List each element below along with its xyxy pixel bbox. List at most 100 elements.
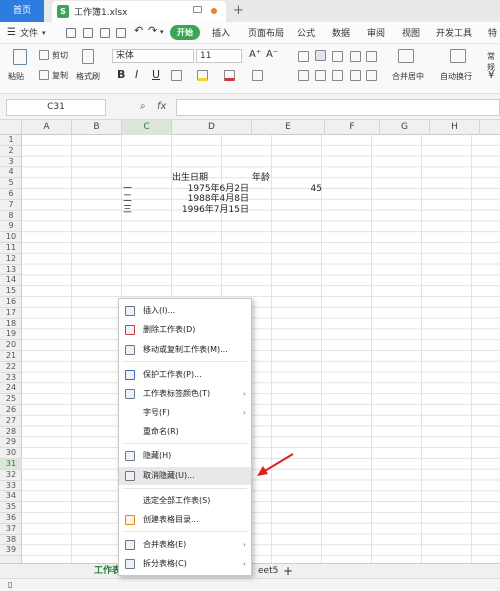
column-header[interactable]: H	[430, 120, 480, 135]
tab-formulas[interactable]: 公式	[297, 26, 315, 39]
merge-center-button[interactable]: 合并居中	[392, 71, 424, 82]
row-header[interactable]: 24	[0, 383, 22, 395]
row-header[interactable]: 17	[0, 308, 22, 319]
home-tab[interactable]: 首页	[0, 0, 44, 22]
row-header[interactable]: 23	[0, 373, 22, 384]
redo-icon[interactable]: ↷	[148, 24, 157, 37]
currency-button[interactable]: ¥	[488, 70, 494, 81]
tab-start[interactable]: 开始	[170, 25, 200, 40]
print-preview-icon[interactable]	[116, 28, 126, 38]
row-header[interactable]: 8	[0, 211, 22, 222]
formula-input[interactable]	[176, 99, 500, 116]
menu-item-create-directory[interactable]: 创建表格目录...	[119, 511, 251, 529]
customize-chevron-icon[interactable]: ▾	[160, 28, 164, 36]
menu-item-merge-tables[interactable]: 合并表格(E) ›	[119, 536, 251, 554]
row-header[interactable]: 27	[0, 416, 22, 427]
align-right-icon[interactable]	[332, 70, 343, 81]
row-header[interactable]: 30	[0, 448, 22, 459]
export-pdf-icon[interactable]	[83, 28, 93, 38]
scissors-icon[interactable]	[39, 50, 49, 60]
row-header[interactable]: 21	[0, 351, 22, 362]
row-header[interactable]: 19	[0, 329, 22, 341]
column-header[interactable]: A	[22, 120, 72, 135]
cell-e5[interactable]: 45	[252, 184, 322, 195]
cell-d7[interactable]: 1996年7月15日	[172, 205, 249, 216]
undo-icon[interactable]: ↶	[134, 24, 143, 37]
zoom-icon[interactable]: ⌕	[140, 101, 146, 112]
indent-left-icon[interactable]	[350, 51, 361, 62]
menu-item-rename[interactable]: 重命名(R)	[119, 423, 251, 441]
row-header[interactable]: 3	[0, 157, 22, 168]
tab-more[interactable]: 特	[488, 26, 497, 39]
align-top-icon[interactable]	[298, 51, 309, 62]
monitor-icon[interactable]	[193, 6, 202, 13]
merge-center-icon[interactable]	[398, 49, 414, 63]
copy-button[interactable]: 复制	[52, 70, 68, 81]
column-header[interactable]: F	[325, 120, 380, 135]
column-header[interactable]: G	[380, 120, 430, 135]
sheet-tab-active[interactable]: 工作表	[94, 564, 121, 579]
function-icon[interactable]: fx	[157, 101, 166, 112]
cell-d5[interactable]: 1975年6月2日	[172, 184, 249, 195]
italic-button[interactable]: I	[135, 68, 138, 81]
row-header[interactable]: 16	[0, 297, 22, 308]
row-header[interactable]: 15	[0, 286, 22, 297]
menu-item-tab-color[interactable]: 工作表标签颜色(T) ›	[119, 385, 251, 403]
tab-view[interactable]: 视图	[402, 26, 420, 39]
row-header[interactable]: 25	[0, 394, 22, 405]
paste-icon[interactable]	[13, 49, 27, 65]
column-header[interactable]: E	[252, 120, 325, 135]
cell-d4[interactable]: 出生日期	[172, 173, 252, 184]
format-painter-button[interactable]: 格式刷	[76, 71, 100, 82]
tab-insert[interactable]: 插入	[212, 26, 230, 39]
row-header[interactable]: 32	[0, 470, 22, 481]
row-header[interactable]: 10	[0, 232, 22, 243]
row-header[interactable]: 29	[0, 437, 22, 449]
column-header[interactable]: D	[172, 120, 252, 135]
tab-page-layout[interactable]: 页面布局	[248, 26, 284, 39]
tab-review[interactable]: 审阅	[367, 26, 385, 39]
distributed-icon[interactable]	[366, 70, 377, 81]
row-header[interactable]: 31	[0, 459, 22, 470]
save-icon[interactable]	[66, 28, 76, 38]
tab-developer[interactable]: 开发工具	[436, 26, 472, 39]
paste-button[interactable]: 粘贴	[8, 71, 24, 82]
menu-item-move-copy[interactable]: 移动或复制工作表(M)...	[119, 341, 251, 359]
fill-color-icon[interactable]	[197, 70, 208, 81]
shrink-font-button[interactable]: A⁻	[266, 49, 278, 60]
row-header[interactable]: 13	[0, 265, 22, 276]
grow-font-button[interactable]: A⁺	[249, 49, 261, 60]
align-bottom-icon[interactable]	[332, 51, 343, 62]
sheet-tab-sheet5[interactable]: eet5	[258, 564, 278, 579]
row-header[interactable]: 2	[0, 146, 22, 157]
cell-c5[interactable]: 一	[123, 184, 173, 195]
row-header[interactable]: 34	[0, 491, 22, 503]
row-header[interactable]: 37	[0, 524, 22, 535]
justify-icon[interactable]	[350, 70, 361, 81]
menu-item-protect-sheet[interactable]: 保护工作表(P)...	[119, 366, 251, 384]
wrap-text-button[interactable]: 自动换行	[440, 71, 472, 82]
underline-button[interactable]: U	[152, 68, 160, 81]
select-all-corner[interactable]	[0, 120, 22, 135]
cell-e4[interactable]: 年龄	[252, 173, 325, 184]
align-left-icon[interactable]	[298, 70, 309, 81]
font-color-icon[interactable]	[224, 70, 235, 81]
cell-c7[interactable]: 三	[123, 205, 173, 216]
row-header[interactable]: 36	[0, 513, 22, 524]
row-header[interactable]: 14	[0, 275, 22, 287]
row-header[interactable]: 18	[0, 319, 22, 330]
font-size-select[interactable]: 11	[196, 49, 242, 63]
row-header[interactable]: 12	[0, 254, 22, 265]
wrap-text-icon[interactable]	[450, 49, 466, 63]
menu-item-insert[interactable]: 插入(I)...	[119, 302, 251, 320]
row-header[interactable]: 7	[0, 200, 22, 211]
menu-item-select-all-sheets[interactable]: 选定全部工作表(S)	[119, 492, 251, 510]
add-sheet-button[interactable]: +	[283, 564, 293, 579]
menu-item-hide[interactable]: 隐藏(H)	[119, 447, 251, 465]
cell-grid[interactable]: 出生日期 年龄 一 1975年6月2日 45 二 1988年4月8日 三 199…	[22, 135, 500, 563]
row-header[interactable]: 38	[0, 535, 22, 546]
font-name-select[interactable]: 宋体	[112, 49, 194, 63]
new-tab-button[interactable]: +	[233, 3, 244, 18]
macro-icon[interactable]: ▯	[8, 580, 12, 589]
row-header[interactable]: 4	[0, 167, 22, 179]
